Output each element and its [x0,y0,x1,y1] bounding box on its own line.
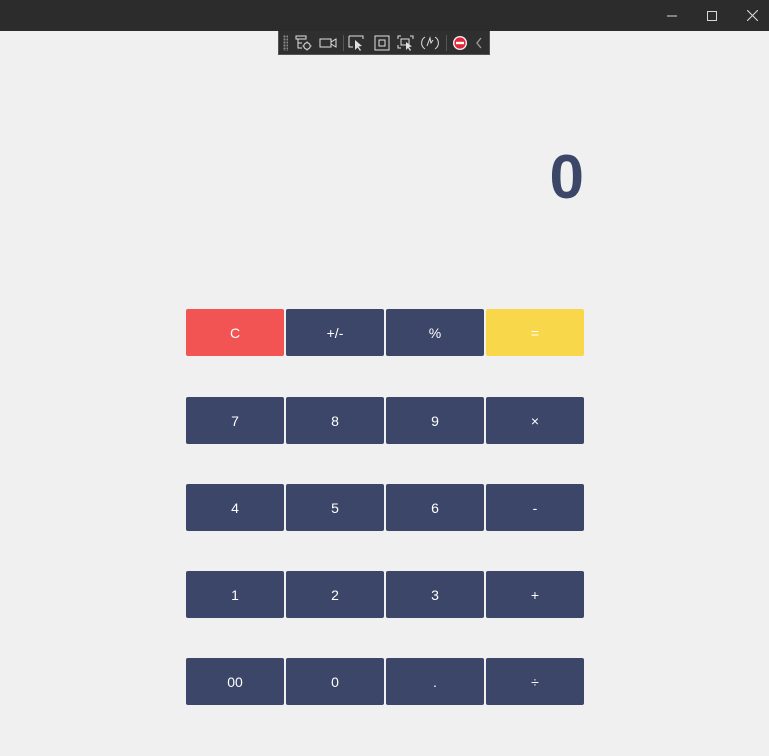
live-visual-tree-icon [295,35,312,50]
minimize-button[interactable] [652,0,692,31]
hot-reload-icon [421,35,440,49]
select-element-icon [348,35,364,51]
stop-icon [452,35,467,50]
close-icon [746,10,758,21]
digit-7-button[interactable]: 7 [186,397,284,444]
divide-button[interactable]: ÷ [486,658,584,705]
maximize-icon [707,10,717,21]
video-camera-icon [319,37,337,48]
title-bar [0,0,769,31]
close-button[interactable] [732,0,769,31]
digit-1-button[interactable]: 1 [186,571,284,618]
subtract-button[interactable]: - [486,484,584,531]
negate-button[interactable]: +/- [286,309,384,356]
track-focus-button[interactable] [396,33,416,53]
display-adorners-button[interactable] [372,33,392,53]
minimize-icon [667,15,677,16]
result-display: 0 [549,143,584,212]
hot-reload-button[interactable] [420,33,440,53]
percent-button[interactable]: % [386,309,484,356]
display-layout-adorners-icon [374,35,390,50]
digit-8-button[interactable]: 8 [286,397,384,444]
digit-6-button[interactable]: 6 [386,484,484,531]
stop-button[interactable] [450,33,470,53]
live-visual-tree-button[interactable] [294,33,314,53]
digit-3-button[interactable]: 3 [386,571,484,618]
record-button[interactable] [318,33,338,53]
clear-button[interactable]: C [186,309,284,356]
track-focus-icon [397,35,414,51]
collapse-chevron-icon [476,37,482,48]
digit-0-button[interactable]: 0 [286,658,384,705]
toolbar-separator [343,34,345,51]
digit-2-button[interactable]: 2 [286,571,384,618]
add-button[interactable]: + [486,571,584,618]
toolbar-grip[interactable] [283,34,288,51]
maximize-button[interactable] [692,0,732,31]
collapse-toolbar-button[interactable] [474,33,485,53]
digit-4-button[interactable]: 4 [186,484,284,531]
equals-button[interactable]: = [486,309,584,356]
multiply-button[interactable]: × [486,397,584,444]
toolbar-separator [445,34,447,51]
digit-9-button[interactable]: 9 [386,397,484,444]
select-element-button[interactable] [347,33,367,53]
digit-5-button[interactable]: 5 [286,484,384,531]
double-zero-button[interactable]: 00 [186,658,284,705]
xaml-debug-toolbar [278,31,490,55]
decimal-button[interactable]: . [386,658,484,705]
